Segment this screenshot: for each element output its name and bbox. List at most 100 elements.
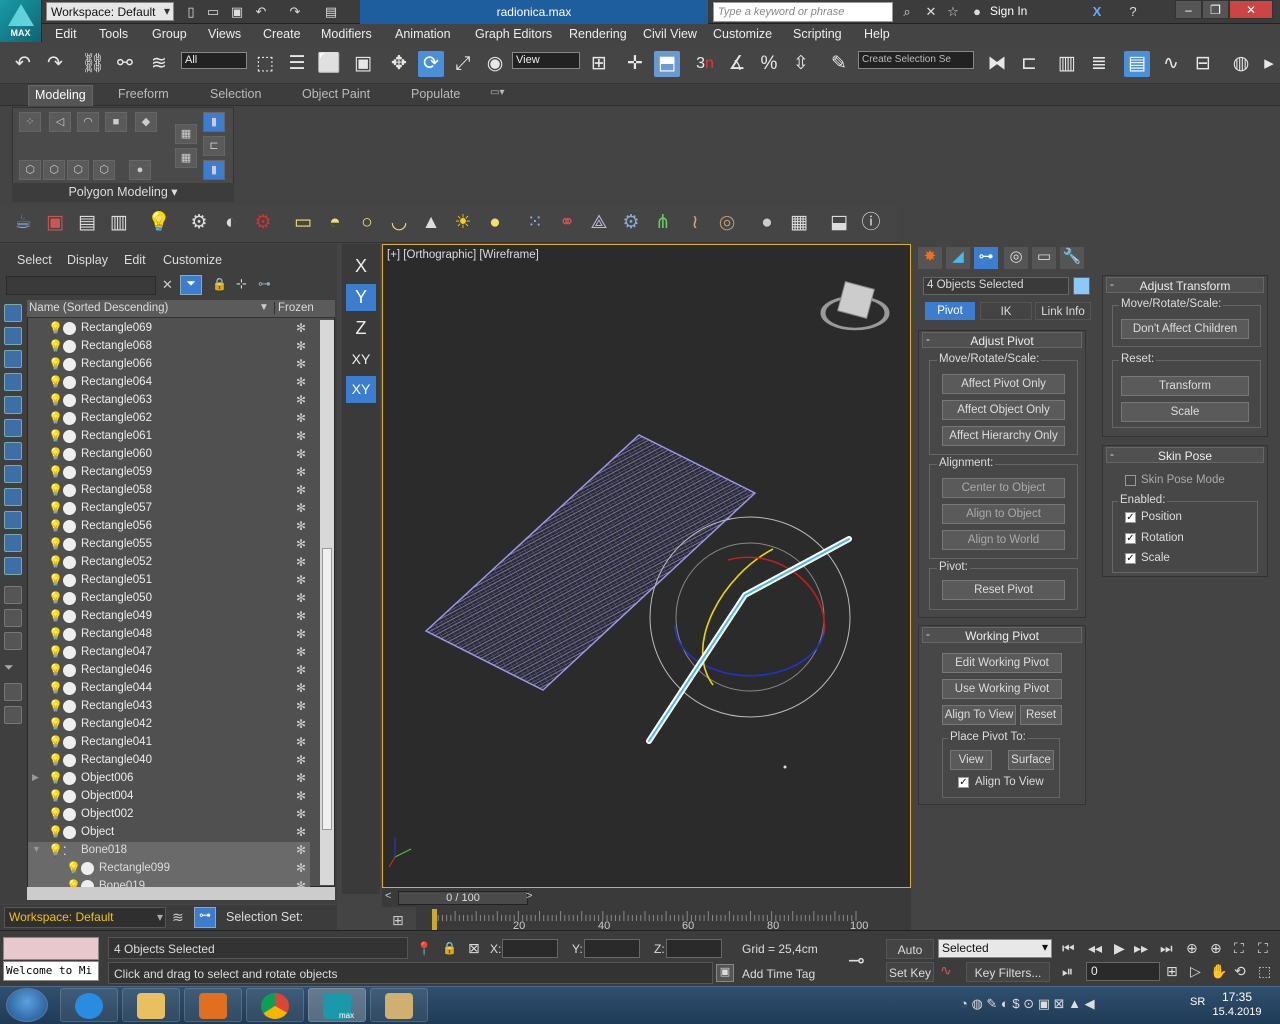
scene-row[interactable]: 💡 Rectangle051 ✻ xyxy=(28,572,310,590)
cut-icon[interactable]: ⊏ xyxy=(203,136,225,156)
render-visibility-icon[interactable] xyxy=(63,610,76,623)
tab-freeform[interactable]: Freeform xyxy=(118,87,169,101)
render-frame-icon[interactable]: ▣ xyxy=(42,208,68,238)
edit-named-selection-icon[interactable]: ✎ xyxy=(826,51,852,77)
light-bulb-visibility-icon[interactable]: 💡 xyxy=(48,376,63,389)
file-explorer-taskbar-icon[interactable] xyxy=(122,988,180,1022)
constraint-x-button[interactable]: X xyxy=(346,253,376,280)
select-manipulate-icon[interactable]: ✛ xyxy=(622,51,648,77)
pin-stack-icon[interactable]: ▮ xyxy=(203,160,225,180)
scene-row[interactable]: 💡 Rectangle056 ✻ xyxy=(28,518,310,536)
menu-civil-view[interactable]: Civil View xyxy=(643,27,697,41)
display-xrefs-icon[interactable] xyxy=(4,465,22,483)
zoom-extents-icon[interactable]: ⛶ xyxy=(1234,940,1244,957)
scene-row[interactable]: 💡 Rectangle046 ✻ xyxy=(28,662,310,680)
window-crossing-icon[interactable]: ▣ xyxy=(350,51,376,77)
render-visibility-icon[interactable] xyxy=(63,790,76,803)
render-to-texture-icon[interactable]: ⬓ xyxy=(826,208,852,238)
workspace-dropdown[interactable]: Workspace: Default xyxy=(46,2,174,21)
render-visibility-icon[interactable] xyxy=(63,340,76,353)
freeze-toggle-icon[interactable]: ✻ xyxy=(296,393,306,407)
motion-tab-icon[interactable]: ◎ xyxy=(1004,247,1028,269)
viewcube[interactable] xyxy=(837,281,875,319)
collapse-minus-icon[interactable]: - xyxy=(1110,447,1114,461)
key-mode-toggle-icon[interactable]: ⏯ xyxy=(1062,963,1073,980)
light-bulb-visibility-icon[interactable]: 💡 xyxy=(48,448,63,461)
align-to-world-button[interactable]: Align to World xyxy=(942,530,1065,550)
light-bulb-visibility-icon[interactable]: 💡 xyxy=(48,790,63,803)
polygon-mode-icon[interactable]: ■ xyxy=(105,112,127,132)
ribbon-options-icon[interactable]: ▭▾ xyxy=(490,87,504,98)
rotation-checkbox[interactable]: ✓ xyxy=(1125,533,1136,544)
freeze-toggle-icon[interactable]: ✻ xyxy=(296,807,306,821)
unlink-selection-icon[interactable]: ⚯ xyxy=(112,51,138,77)
scene-row[interactable]: 💡 Rectangle043 ✻ xyxy=(28,698,310,716)
plane-primitive-icon[interactable]: ▭ xyxy=(290,208,316,238)
tab-modeling[interactable]: Modeling xyxy=(28,85,93,106)
teapot-icon[interactable]: ☕ xyxy=(10,208,36,238)
hemisphere-primitive-icon[interactable]: ◓ xyxy=(322,208,348,238)
gear-icon[interactable]: ⚙ xyxy=(618,208,644,238)
help-circle-icon[interactable]: ⓘ xyxy=(858,208,884,238)
add-time-tag-button[interactable]: Add Time Tag xyxy=(742,967,815,981)
render-visibility-icon[interactable] xyxy=(63,772,76,785)
open-file-icon[interactable]: ▭ xyxy=(204,3,222,21)
align-to-object-button[interactable]: Align to Object xyxy=(942,504,1065,524)
scene-row[interactable]: 💡 Rectangle042 ✻ xyxy=(28,716,310,734)
open-mini-curve-editor-icon[interactable]: ⊞ xyxy=(392,912,404,929)
menu-customize[interactable]: Customize xyxy=(713,27,772,41)
search-input[interactable]: Type a keyword or phrase xyxy=(713,2,893,22)
sphere-primitive-icon[interactable]: ○ xyxy=(354,208,380,238)
help-icon[interactable]: ? xyxy=(1124,3,1142,21)
freeze-toggle-icon[interactable]: ✻ xyxy=(296,429,306,443)
light-bulb-visibility-icon[interactable]: 💡 xyxy=(48,754,63,767)
expand-arrow-icon[interactable]: ▶ xyxy=(32,772,39,783)
light-bulb-visibility-icon[interactable]: 💡 xyxy=(48,736,63,749)
internet-explorer-taskbar-icon[interactable] xyxy=(60,988,118,1022)
freeze-toggle-icon[interactable]: ✻ xyxy=(296,753,306,767)
scene-row[interactable]: 💡 Rectangle069 ✻ xyxy=(28,320,310,338)
display-lights-icon[interactable] xyxy=(4,350,22,368)
render-visibility-icon[interactable] xyxy=(63,754,76,767)
freeze-toggle-icon[interactable]: ✻ xyxy=(296,645,306,659)
menu-tools[interactable]: Tools xyxy=(99,27,128,41)
reset-transform-button[interactable]: Transform xyxy=(1121,376,1249,396)
undo-icon[interactable]: ↶ xyxy=(252,3,270,21)
menu-animation[interactable]: Animation xyxy=(395,27,451,41)
scene-row[interactable]: 💡 Rectangle050 ✻ xyxy=(28,590,310,608)
freeze-toggle-icon[interactable]: ✻ xyxy=(296,627,306,641)
dont-affect-children-button[interactable]: Don't Affect Children xyxy=(1121,319,1249,339)
swift-loop-icon[interactable]: ▮ xyxy=(203,112,225,132)
hierarchy-mode-icon[interactable]: ⊶ xyxy=(194,907,216,928)
selection-filter-dropdown[interactable]: All xyxy=(181,52,247,69)
bowl-primitive-icon[interactable]: ◡ xyxy=(386,208,412,238)
scene-row[interactable]: 💡 Rectangle061 ✻ xyxy=(28,428,310,446)
render-visibility-icon[interactable] xyxy=(63,520,76,533)
save-file-icon[interactable]: ▣ xyxy=(228,3,246,21)
render-visibility-icon[interactable] xyxy=(63,394,76,407)
rectangular-selection-icon[interactable]: ⬜ xyxy=(316,51,342,77)
clock-time[interactable]: 17:35 xyxy=(1212,990,1262,1004)
reset-scale-button[interactable]: Scale xyxy=(1121,402,1249,422)
clear-search-icon[interactable]: ✕ xyxy=(162,277,173,293)
light-bulb-visibility-icon[interactable]: 💡 xyxy=(48,412,63,425)
collapse-arrow-icon[interactable]: ▼ xyxy=(32,844,41,854)
scene-row[interactable]: 💡 Rectangle062 ✻ xyxy=(28,410,310,428)
redo-icon[interactable]: ↷ xyxy=(286,3,304,21)
place-surface-button[interactable]: Surface xyxy=(1008,750,1054,770)
render-visibility-icon[interactable] xyxy=(63,376,76,389)
subobject-icon[interactable]: ⬡ xyxy=(43,160,65,180)
scene-row[interactable]: 💡 Rectangle047 ✻ xyxy=(28,644,310,662)
place-view-button[interactable]: View xyxy=(950,750,992,770)
render-visibility-icon[interactable] xyxy=(63,808,76,821)
spinner-snap-icon[interactable]: ⇳ xyxy=(788,51,814,77)
edit-working-pivot-button[interactable]: Edit Working Pivot xyxy=(942,653,1062,673)
display-groups-icon[interactable] xyxy=(4,442,22,460)
display-geometry-icon[interactable] xyxy=(4,304,22,322)
adjust-transform-title[interactable]: Adjust Transform xyxy=(1106,277,1264,293)
y-coordinate-field[interactable] xyxy=(584,939,640,958)
start-button[interactable] xyxy=(6,988,48,1022)
freeze-toggle-icon[interactable]: ✻ xyxy=(296,591,306,605)
hair-fur-icon[interactable]: ≀ xyxy=(682,208,708,238)
align-to-view-checkbox[interactable]: ✓ xyxy=(958,777,969,788)
